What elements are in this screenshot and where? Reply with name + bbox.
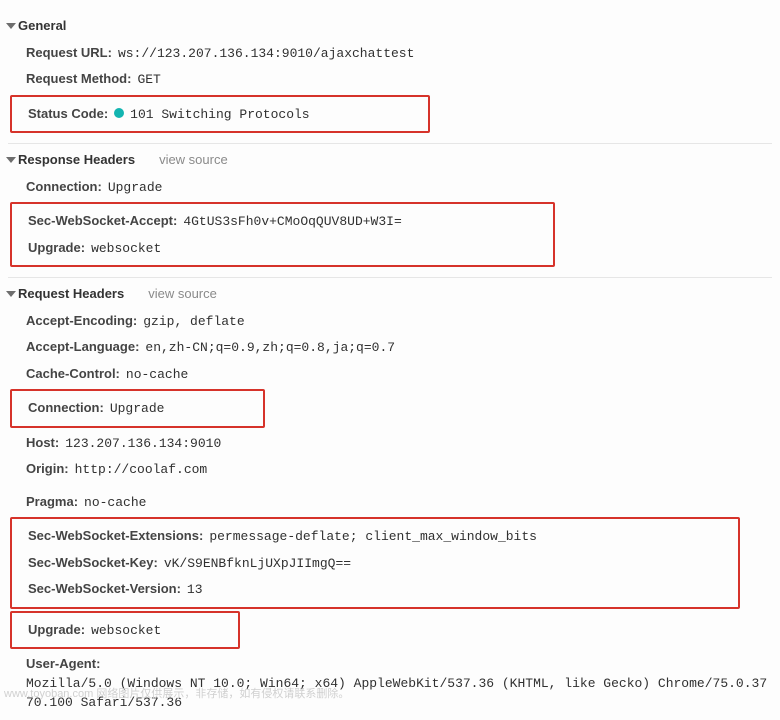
row-request-url: Request URL: ws://123.207.136.134:9010/a… [8, 40, 772, 67]
label-req-connection: Connection: [28, 398, 104, 418]
label-accept-encoding: Accept-Encoding: [26, 311, 137, 331]
row-host: Host: 123.207.136.134:9010 [8, 430, 772, 457]
row-sec-ws-accept: Sec-WebSocket-Accept: 4GtUS3sFh0v+CMoOqQ… [12, 208, 553, 235]
label-accept-language: Accept-Language: [26, 337, 139, 357]
label-pragma: Pragma: [26, 492, 78, 512]
value-accept-encoding: gzip, deflate [143, 312, 244, 332]
label-request-url: Request URL: [26, 43, 112, 63]
value-resp-upgrade: websocket [91, 239, 161, 259]
row-sec-ws-ver: Sec-WebSocket-Version: 13 [12, 576, 738, 603]
row-sec-ws-key: Sec-WebSocket-Key: vK/S9ENBfknLjUXpJIImg… [12, 550, 738, 577]
label-user-agent: User-Agent: [26, 654, 100, 674]
row-request-method: Request Method: GET [8, 66, 772, 93]
highlight-sec-ws-accept: Sec-WebSocket-Accept: 4GtUS3sFh0v+CMoOqQ… [10, 202, 555, 267]
chevron-down-icon [6, 291, 16, 297]
value-host: 123.207.136.134:9010 [65, 434, 221, 454]
section-response-header[interactable]: Response Headers view source [8, 143, 772, 170]
row-resp-upgrade: Upgrade: websocket [12, 235, 553, 262]
row-status-code: Status Code: 101 Switching Protocols [12, 101, 428, 128]
value-resp-connection: Upgrade [108, 178, 163, 198]
value-origin: http://coolaf.com [75, 460, 208, 480]
value-request-method: GET [137, 70, 160, 90]
row-user-agent: User-Agent: Mozilla/5.0 (Windows NT 10.0… [8, 651, 772, 716]
row-req-connection: Connection: Upgrade [12, 395, 263, 422]
view-source-link[interactable]: view source [148, 284, 217, 304]
chevron-down-icon [6, 157, 16, 163]
value-pragma: no-cache [84, 493, 146, 513]
label-sec-ws-key: Sec-WebSocket-Key: [28, 553, 158, 573]
section-request-header[interactable]: Request Headers view source [8, 277, 772, 304]
row-cache-control: Cache-Control: no-cache [8, 361, 772, 388]
highlight-status-code: Status Code: 101 Switching Protocols [10, 95, 430, 134]
value-sec-ws-accept: 4GtUS3sFh0v+CMoOqQUV8UD+W3I= [183, 212, 401, 232]
value-accept-language: en,zh-CN;q=0.9,zh;q=0.8,ja;q=0.7 [145, 338, 395, 358]
value-sec-ws-key: vK/S9ENBfknLjUXpJIImgQ== [164, 554, 351, 574]
value-sec-ws-ext: permessage-deflate; client_max_window_bi… [209, 527, 537, 547]
value-req-connection: Upgrade [110, 399, 165, 419]
label-sec-ws-accept: Sec-WebSocket-Accept: [28, 211, 177, 231]
label-host: Host: [26, 433, 59, 453]
highlight-upgrade: Upgrade: websocket [10, 611, 240, 650]
status-dot-icon [114, 108, 124, 118]
label-status-code: Status Code: [28, 104, 108, 124]
label-resp-connection: Connection: [26, 177, 102, 197]
label-cache-control: Cache-Control: [26, 364, 120, 384]
label-req-upgrade: Upgrade: [28, 620, 85, 640]
highlight-req-connection: Connection: Upgrade [10, 389, 265, 428]
label-sec-ws-ext: Sec-WebSocket-Extensions: [28, 526, 203, 546]
view-source-link[interactable]: view source [159, 150, 228, 170]
label-sec-ws-ver: Sec-WebSocket-Version: [28, 579, 181, 599]
value-request-url: ws://123.207.136.134:9010/ajaxchattest [118, 44, 414, 64]
section-title: Request Headers [18, 284, 124, 304]
value-cache-control: no-cache [126, 365, 188, 385]
section-title: General [18, 16, 66, 36]
row-accept-language: Accept-Language: en,zh-CN;q=0.9,zh;q=0.8… [8, 334, 772, 361]
row-req-upgrade: Upgrade: websocket [12, 617, 238, 644]
row-accept-encoding: Accept-Encoding: gzip, deflate [8, 308, 772, 335]
label-request-method: Request Method: [26, 69, 131, 89]
row-origin: Origin: http://coolaf.com [8, 456, 772, 483]
row-pragma: Pragma: no-cache [8, 489, 772, 516]
section-general-header[interactable]: General [8, 14, 772, 36]
highlight-sec-ws: Sec-WebSocket-Extensions: permessage-def… [10, 517, 740, 609]
value-sec-ws-ver: 13 [187, 580, 203, 600]
label-resp-upgrade: Upgrade: [28, 238, 85, 258]
section-title: Response Headers [18, 150, 135, 170]
row-sec-ws-ext: Sec-WebSocket-Extensions: permessage-def… [12, 523, 738, 550]
value-status-code: 101 Switching Protocols [130, 105, 309, 125]
watermark-text: www.toyoban.com 网络图片仅供展示，非存储，如有侵权请联系删除。 [4, 686, 349, 703]
value-req-upgrade: websocket [91, 621, 161, 641]
label-origin: Origin: [26, 459, 69, 479]
chevron-down-icon [6, 23, 16, 29]
row-resp-connection: Connection: Upgrade [8, 174, 772, 201]
